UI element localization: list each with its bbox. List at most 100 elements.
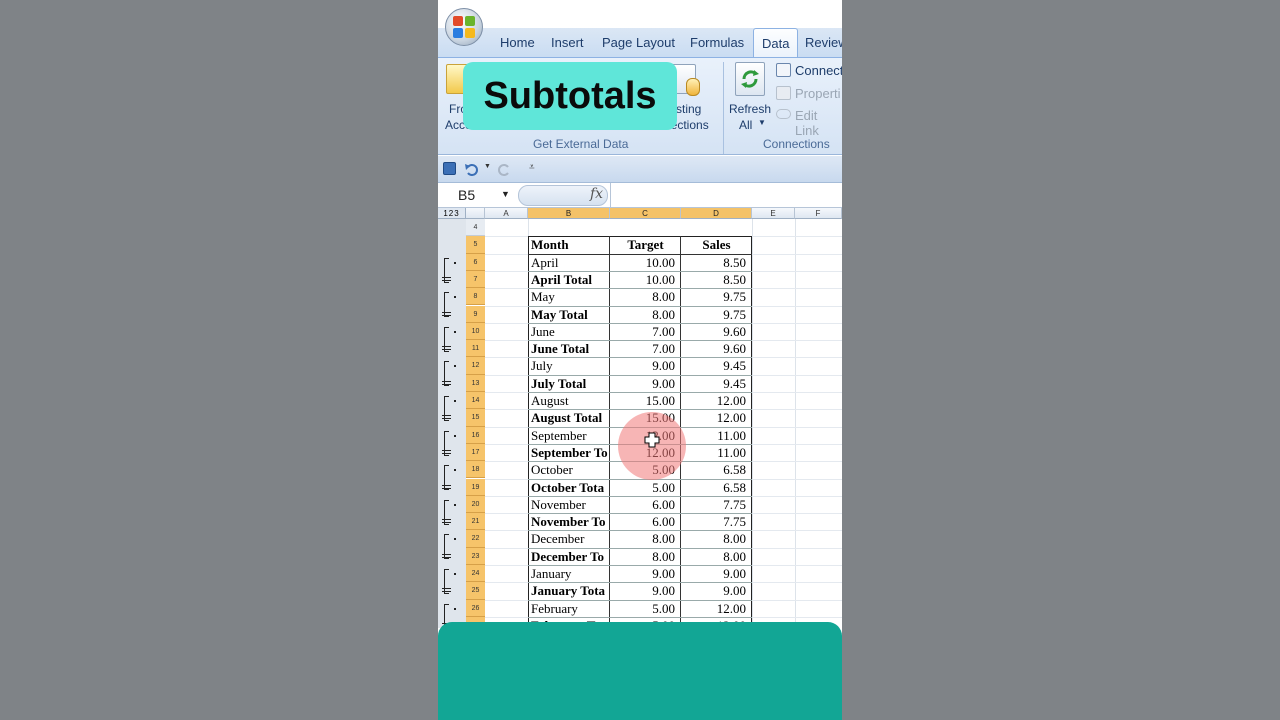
- target-cell[interactable]: 10.00: [610, 254, 681, 271]
- row-header[interactable]: 9: [466, 305, 485, 323]
- target-cell[interactable]: 9.00: [610, 357, 681, 374]
- row-header[interactable]: 6: [466, 253, 485, 271]
- sales-cell[interactable]: 12.00: [681, 392, 752, 409]
- target-cell[interactable]: 9.00: [610, 375, 681, 392]
- sales-cell[interactable]: 6.58: [681, 479, 752, 496]
- sales-cell[interactable]: 9.75: [681, 306, 752, 323]
- month-cell[interactable]: December To: [529, 548, 609, 565]
- connections-button[interactable]: Connect: [795, 63, 842, 78]
- sales-cell[interactable]: 9.45: [681, 357, 752, 374]
- month-cell[interactable]: October Tota: [529, 479, 609, 496]
- collapse-group-button[interactable]: [442, 519, 451, 524]
- row-header[interactable]: 13: [466, 374, 485, 392]
- row-header[interactable]: 10: [466, 322, 485, 341]
- select-all-corner[interactable]: [466, 208, 485, 219]
- collapse-group-button[interactable]: [442, 484, 451, 489]
- month-cell[interactable]: April: [529, 254, 609, 271]
- header-target[interactable]: Target: [610, 236, 681, 253]
- month-cell[interactable]: June Total: [529, 340, 609, 357]
- sales-cell[interactable]: 9.00: [681, 565, 752, 582]
- sales-cell[interactable]: 12.00: [681, 600, 752, 617]
- sales-cell[interactable]: 7.75: [681, 496, 752, 513]
- collapse-group-button[interactable]: [442, 346, 451, 351]
- column-header-a[interactable]: A: [485, 208, 528, 219]
- row-header[interactable]: 16: [466, 426, 485, 444]
- target-cell[interactable]: 6.00: [610, 513, 681, 530]
- target-cell[interactable]: 10.00: [610, 271, 681, 288]
- month-cell[interactable]: January: [529, 565, 609, 582]
- sales-cell[interactable]: 9.75: [681, 288, 752, 305]
- sales-cell[interactable]: 8.00: [681, 530, 752, 547]
- office-button[interactable]: [445, 8, 483, 46]
- target-cell[interactable]: 15.00: [610, 392, 681, 409]
- row-header[interactable]: 11: [466, 340, 485, 358]
- row-header[interactable]: 20: [466, 495, 485, 514]
- name-box-dropdown-icon[interactable]: ▼: [501, 189, 510, 199]
- sales-cell[interactable]: 8.00: [681, 548, 752, 565]
- row-header[interactable]: 18: [466, 461, 485, 479]
- sales-cell[interactable]: 9.60: [681, 323, 752, 340]
- redo-icon[interactable]: [498, 162, 512, 176]
- undo-dropdown-icon[interactable]: ▼: [484, 163, 491, 170]
- refresh-all-label-2[interactable]: All: [739, 118, 752, 132]
- target-cell[interactable]: 8.00: [610, 288, 681, 305]
- collapse-group-button[interactable]: [442, 553, 451, 558]
- outline-level-buttons[interactable]: 123: [438, 208, 466, 219]
- target-cell[interactable]: 6.00: [610, 496, 681, 513]
- month-cell[interactable]: November To: [529, 513, 609, 530]
- customize-toolbar-icon[interactable]: ⩡: [529, 162, 535, 173]
- undo-icon[interactable]: [464, 162, 478, 176]
- tab-data[interactable]: Data: [753, 28, 799, 58]
- sales-cell[interactable]: 6.58: [681, 461, 752, 478]
- header-sales[interactable]: Sales: [681, 236, 752, 253]
- row-header[interactable]: 25: [466, 582, 485, 600]
- month-cell[interactable]: August: [529, 392, 609, 409]
- row-header[interactable]: 21: [466, 513, 485, 531]
- refresh-dropdown-arrow-icon[interactable]: ▼: [758, 118, 766, 127]
- tab-review[interactable]: Review: [805, 35, 842, 50]
- tab-page-layout[interactable]: Page Layout: [602, 35, 675, 50]
- column-header-f[interactable]: F: [795, 208, 842, 219]
- collapse-group-button[interactable]: [442, 449, 451, 454]
- month-cell[interactable]: January Tota: [529, 582, 609, 599]
- column-header-e[interactable]: E: [752, 208, 795, 219]
- month-cell[interactable]: May Total: [529, 306, 609, 323]
- tab-formulas[interactable]: Formulas: [690, 35, 744, 50]
- column-header-b[interactable]: B: [528, 208, 610, 219]
- row-header[interactable]: 17: [466, 443, 485, 462]
- refresh-all-label-1[interactable]: Refresh: [729, 102, 771, 116]
- collapse-group-button[interactable]: [442, 380, 451, 385]
- month-cell[interactable]: December: [529, 530, 609, 547]
- target-cell[interactable]: 8.00: [610, 530, 681, 547]
- row-header[interactable]: 8: [466, 288, 485, 306]
- sales-cell[interactable]: 9.60: [681, 340, 752, 357]
- target-cell[interactable]: 9.00: [610, 565, 681, 582]
- month-cell[interactable]: October: [529, 461, 609, 478]
- target-cell[interactable]: 5.00: [610, 479, 681, 496]
- sales-cell[interactable]: 8.50: [681, 271, 752, 288]
- month-cell[interactable]: August Total: [529, 409, 609, 426]
- row-header[interactable]: 15: [466, 409, 485, 427]
- sales-cell[interactable]: 12.00: [681, 409, 752, 426]
- row-header[interactable]: 24: [466, 565, 485, 583]
- insert-function-icon[interactable]: fx: [590, 186, 603, 202]
- row-header[interactable]: 5: [466, 236, 485, 254]
- month-cell[interactable]: April Total: [529, 271, 609, 288]
- row-header[interactable]: 23: [466, 547, 485, 565]
- sales-cell[interactable]: 11.00: [681, 444, 752, 461]
- collapse-group-button[interactable]: [442, 588, 451, 593]
- row-header[interactable]: 22: [466, 530, 485, 548]
- month-cell[interactable]: February: [529, 600, 609, 617]
- column-header-d[interactable]: D: [681, 208, 752, 219]
- month-cell[interactable]: September To: [529, 444, 609, 461]
- tab-home[interactable]: Home: [500, 35, 535, 50]
- header-month[interactable]: Month: [530, 236, 610, 253]
- row-header[interactable]: 26: [466, 599, 485, 617]
- edit-links-button[interactable]: Edit Link: [795, 108, 842, 138]
- target-cell[interactable]: 7.00: [610, 340, 681, 357]
- target-cell[interactable]: 8.00: [610, 548, 681, 565]
- sales-cell[interactable]: 8.50: [681, 254, 752, 271]
- collapse-group-button[interactable]: [442, 415, 451, 420]
- month-cell[interactable]: November: [529, 496, 609, 513]
- row-header[interactable]: 19: [466, 478, 485, 496]
